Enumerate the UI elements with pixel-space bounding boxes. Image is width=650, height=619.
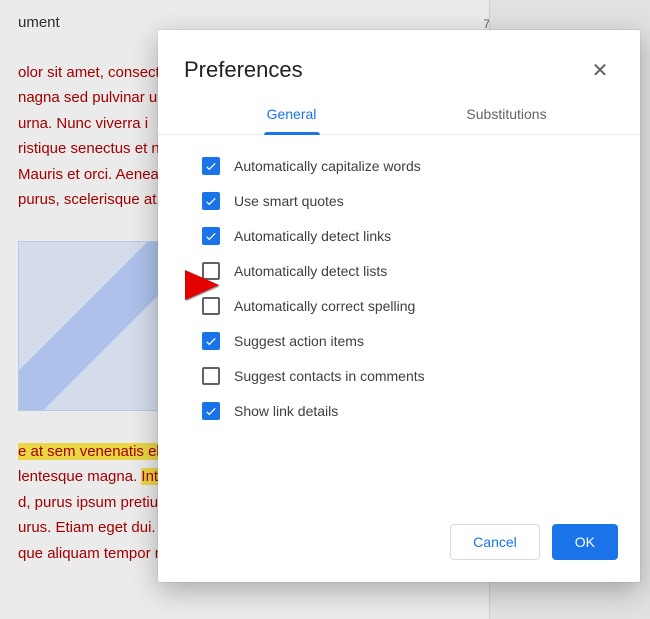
option-smartquotes[interactable]: Use smart quotes [202, 192, 614, 210]
option-label: Automatically detect links [234, 228, 391, 244]
tabs: General Substitutions [158, 96, 640, 135]
checkbox-actionitems[interactable] [202, 332, 220, 350]
option-contacts[interactable]: Suggest contacts in comments [202, 367, 614, 385]
close-button[interactable]: ✕ [586, 56, 614, 84]
option-label: Automatically capitalize words [234, 158, 421, 174]
option-label: Automatically detect lists [234, 263, 387, 279]
dialog-footer: Cancel OK [158, 506, 640, 582]
option-correctspelling[interactable]: Automatically correct spelling [202, 297, 614, 315]
option-linkdetails[interactable]: Show link details [202, 402, 614, 420]
option-label: Use smart quotes [234, 193, 344, 209]
ok-button[interactable]: OK [552, 524, 618, 560]
options-list: Automatically capitalize words Use smart … [158, 135, 640, 506]
checkbox-detectlinks[interactable] [202, 227, 220, 245]
option-capitalize[interactable]: Automatically capitalize words [202, 157, 614, 175]
option-detectlists[interactable]: Automatically detect lists [202, 262, 614, 280]
option-actionitems[interactable]: Suggest action items [202, 332, 614, 350]
checkbox-correctspelling[interactable] [202, 297, 220, 315]
checkbox-smartquotes[interactable] [202, 192, 220, 210]
dialog-title: Preferences [184, 57, 303, 83]
option-label: Suggest contacts in comments [234, 368, 425, 384]
option-label: Automatically correct spelling [234, 298, 415, 314]
preferences-dialog: Preferences ✕ General Substitutions Auto… [158, 30, 640, 582]
dialog-header: Preferences ✕ [158, 30, 640, 96]
checkbox-contacts[interactable] [202, 367, 220, 385]
option-label: Show link details [234, 403, 338, 419]
tab-general[interactable]: General [184, 96, 399, 134]
checkbox-capitalize[interactable] [202, 157, 220, 175]
checkbox-linkdetails[interactable] [202, 402, 220, 420]
checkbox-detectlists[interactable] [202, 262, 220, 280]
tab-substitutions[interactable]: Substitutions [399, 96, 614, 134]
option-detectlinks[interactable]: Automatically detect links [202, 227, 614, 245]
close-icon: ✕ [592, 58, 609, 83]
option-label: Suggest action items [234, 333, 364, 349]
cancel-button[interactable]: Cancel [450, 524, 540, 560]
